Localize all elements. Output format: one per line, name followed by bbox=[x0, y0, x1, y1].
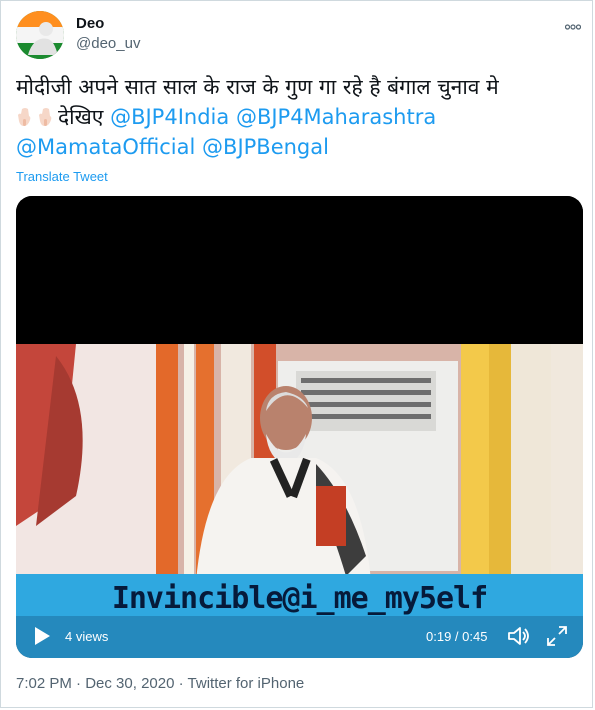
mention-link[interactable]: @BJP4India bbox=[110, 105, 229, 129]
tweet-date[interactable]: Dec 30, 2020 bbox=[85, 675, 174, 692]
tweet-header: Deo @deo_uv bbox=[16, 11, 582, 59]
tweet-time[interactable]: 7:02 PM bbox=[16, 675, 72, 692]
meta-separator: · bbox=[76, 675, 82, 692]
mention-link[interactable]: @BJP4Maharashtra bbox=[236, 105, 436, 129]
tweet-source[interactable]: Twitter for iPhone bbox=[188, 675, 305, 692]
pointing-down-hand-icon bbox=[37, 105, 55, 126]
tweet-text: मोदीजी अपने सात साल के राज के गुण गा रहे… bbox=[16, 72, 581, 162]
fullscreen-icon[interactable] bbox=[546, 625, 568, 647]
mention-link[interactable]: @MamataOfficial bbox=[16, 135, 195, 159]
tweet-text-line2-prefix: देखिए bbox=[58, 105, 104, 129]
translate-tweet-link[interactable]: Translate Tweet bbox=[16, 169, 108, 184]
view-count: 4 views bbox=[65, 629, 109, 644]
pointing-down-hand-icon bbox=[16, 105, 34, 126]
tweet-meta: 7:02 PM · Dec 30, 2020 · Twitter for iPh… bbox=[16, 675, 304, 692]
mention-link[interactable]: @BJPBengal bbox=[202, 135, 329, 159]
tweet-text-line1: मोदीजी अपने सात साल के राज के गुण गा रहे… bbox=[16, 75, 499, 99]
avatar[interactable] bbox=[16, 11, 64, 59]
volume-muted-icon[interactable] bbox=[507, 625, 531, 647]
play-icon[interactable] bbox=[32, 625, 52, 647]
more-horizontal-icon[interactable] bbox=[564, 17, 582, 35]
meta-separator: · bbox=[178, 675, 184, 692]
video-time: 0:19 / 0:45 bbox=[426, 629, 488, 644]
video-player[interactable]: Invincible@i_me_my5elf 4 views 0:19 / 0:… bbox=[16, 196, 583, 658]
user-handle[interactable]: @deo_uv bbox=[76, 34, 140, 54]
tweet-text-line2: देखिए @BJP4India @BJP4Maharashtra bbox=[16, 102, 581, 132]
video-watermark-text: Invincible@i_me_my5elf bbox=[111, 581, 488, 616]
avatar-figure-icon bbox=[28, 22, 58, 55]
display-name[interactable]: Deo bbox=[76, 15, 140, 33]
tweet-text-line3: @MamataOfficial @BJPBengal bbox=[16, 132, 581, 162]
video-controls: 4 views 0:19 / 0:45 bbox=[16, 616, 583, 658]
